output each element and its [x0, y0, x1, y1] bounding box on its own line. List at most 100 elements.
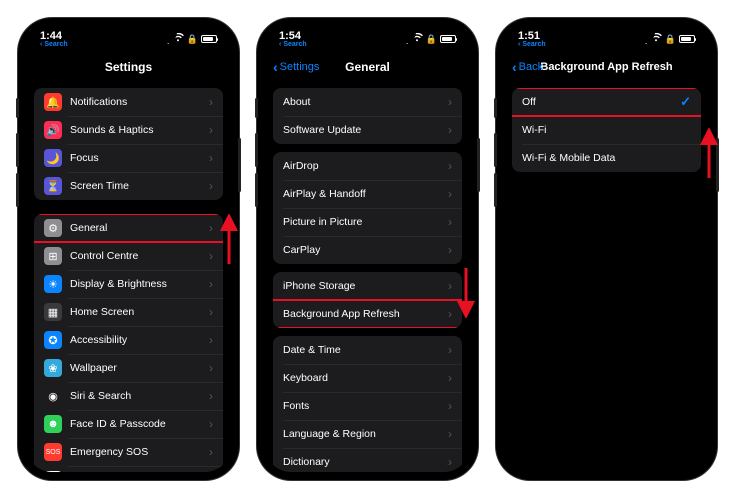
- chevron-right-icon: ›: [448, 343, 452, 357]
- settings-list[interactable]: Off✓ Wi-Fi Wi-Fi & Mobile Data: [504, 80, 709, 472]
- settings-row[interactable]: Dictionary ›: [273, 448, 462, 472]
- chevron-right-icon: ›: [209, 445, 213, 459]
- settings-row[interactable]: AirPlay & Handoff›: [273, 180, 462, 208]
- row-label: Keyboard: [283, 372, 440, 384]
- row-icon: ◉: [44, 387, 62, 405]
- page-title: Settings: [105, 60, 152, 74]
- row-label: Language & Region: [283, 428, 440, 440]
- row-label: Picture in Picture: [283, 216, 440, 228]
- row-icon: ⚙︎: [44, 219, 62, 237]
- orientation-lock-icon: 🔒: [426, 34, 437, 45]
- settings-row[interactable]: ☻Face ID & Passcode›: [34, 410, 223, 438]
- settings-row[interactable]: Wi-Fi: [512, 116, 701, 144]
- notch: [320, 26, 416, 44]
- notch: [559, 26, 655, 44]
- row-label: Emergency SOS: [70, 446, 201, 458]
- settings-row[interactable]: ⏳Screen Time›: [34, 172, 223, 200]
- settings-list[interactable]: 🔔Notifications›🔊Sounds & Haptics›🌙Focus›…: [26, 80, 231, 472]
- chevron-right-icon: ›: [209, 123, 213, 137]
- side-button: [255, 133, 258, 167]
- settings-row[interactable]: Background App Refresh›: [273, 300, 462, 328]
- side-button: [494, 133, 497, 167]
- chevron-right-icon: ›: [209, 221, 213, 235]
- row-label: Wi-Fi & Mobile Data: [522, 152, 691, 164]
- chevron-right-icon: ›: [209, 95, 213, 109]
- chevron-right-icon: ›: [209, 333, 213, 347]
- settings-row[interactable]: Date & Time›: [273, 336, 462, 364]
- notch: [81, 26, 177, 44]
- chevron-right-icon: ›: [448, 455, 452, 469]
- side-button: [16, 133, 19, 167]
- settings-group: About›Software Update›: [273, 88, 462, 144]
- side-button: [477, 138, 480, 192]
- side-button: [16, 98, 19, 118]
- row-icon: ▦: [44, 303, 62, 321]
- settings-row[interactable]: Picture in Picture ›: [273, 208, 462, 236]
- chevron-right-icon: ›: [209, 151, 213, 165]
- row-icon: ❀: [44, 359, 62, 377]
- settings-row[interactable]: Keyboard ›: [273, 364, 462, 392]
- row-label: Dictionary: [283, 456, 440, 468]
- settings-group: Off✓ Wi-Fi Wi-Fi & Mobile Data: [512, 88, 701, 172]
- settings-group: AirDrop›AirPlay & Handoff›Picture in Pic…: [273, 152, 462, 264]
- breadcrumb-back[interactable]: ‹ Search: [279, 41, 307, 48]
- side-button: [238, 138, 241, 192]
- settings-row[interactable]: ✱Exposure Notifications›: [34, 466, 223, 472]
- chevron-right-icon: ›: [448, 159, 452, 173]
- settings-row[interactable]: ▦Home Screen›: [34, 298, 223, 326]
- chevron-right-icon: ›: [448, 371, 452, 385]
- chevron-right-icon: ›: [448, 399, 452, 413]
- chevron-right-icon: ›: [448, 95, 452, 109]
- row-icon: 🔔: [44, 93, 62, 111]
- settings-row[interactable]: Fonts ›: [273, 392, 462, 420]
- settings-group: iPhone Storage›Background App Refresh›: [273, 272, 462, 328]
- chevron-right-icon: ›: [209, 277, 213, 291]
- settings-row[interactable]: ⚙︎General›: [34, 214, 223, 242]
- settings-row[interactable]: CarPlay›: [273, 236, 462, 264]
- settings-list[interactable]: About›Software Update› AirDrop›AirPlay & …: [265, 80, 470, 472]
- row-label: Wallpaper: [70, 362, 201, 374]
- settings-row[interactable]: Off✓: [512, 88, 701, 116]
- back-button[interactable]: ‹ Back: [512, 60, 543, 74]
- nav-bar: Settings: [26, 54, 231, 80]
- settings-row[interactable]: ⊞Control Centre›: [34, 242, 223, 270]
- settings-row[interactable]: ◉Siri & Search›: [34, 382, 223, 410]
- phone-frame: 1:51 ‹ Search 🔒 ‹ Back Background App R: [496, 18, 717, 480]
- row-label: Off: [522, 96, 672, 108]
- orientation-lock-icon: 🔒: [665, 34, 676, 45]
- settings-row[interactable]: AirDrop›: [273, 152, 462, 180]
- row-icon: ✪: [44, 331, 62, 349]
- row-label: Face ID & Passcode: [70, 418, 201, 430]
- chevron-left-icon: ‹: [512, 60, 517, 74]
- row-label: Fonts: [283, 400, 440, 412]
- row-label: Wi-Fi: [522, 124, 691, 136]
- breadcrumb-back[interactable]: ‹ Search: [40, 41, 68, 48]
- breadcrumb-back[interactable]: ‹ Search: [518, 41, 546, 48]
- settings-row[interactable]: Wi-Fi & Mobile Data: [512, 144, 701, 172]
- settings-row[interactable]: ✪Accessibility›: [34, 326, 223, 354]
- row-label: Sounds & Haptics: [70, 124, 201, 136]
- settings-row[interactable]: iPhone Storage›: [273, 272, 462, 300]
- settings-row[interactable]: About›: [273, 88, 462, 116]
- settings-row[interactable]: ❀ Wallpaper ›: [34, 354, 223, 382]
- row-icon: 🌙: [44, 149, 62, 167]
- settings-row[interactable]: 🔊Sounds & Haptics›: [34, 116, 223, 144]
- row-icon: ⏳: [44, 177, 62, 195]
- back-button[interactable]: ‹ Settings: [273, 60, 319, 74]
- side-button: [16, 173, 19, 207]
- chevron-right-icon: ›: [448, 215, 452, 229]
- settings-row[interactable]: 🔔Notifications›: [34, 88, 223, 116]
- row-icon: ✱: [44, 471, 62, 472]
- chevron-right-icon: ›: [209, 179, 213, 193]
- side-button: [494, 173, 497, 207]
- side-button: [716, 138, 719, 192]
- row-label: iPhone Storage: [283, 280, 440, 292]
- battery-icon: [440, 35, 456, 43]
- orientation-lock-icon: 🔒: [187, 34, 198, 45]
- settings-row[interactable]: 🌙Focus›: [34, 144, 223, 172]
- settings-row[interactable]: ☀︎Display & Brightness›: [34, 270, 223, 298]
- settings-row[interactable]: SOSEmergency SOS›: [34, 438, 223, 466]
- settings-row[interactable]: Software Update›: [273, 116, 462, 144]
- settings-row[interactable]: Language & Region›: [273, 420, 462, 448]
- chevron-right-icon: ›: [209, 361, 213, 375]
